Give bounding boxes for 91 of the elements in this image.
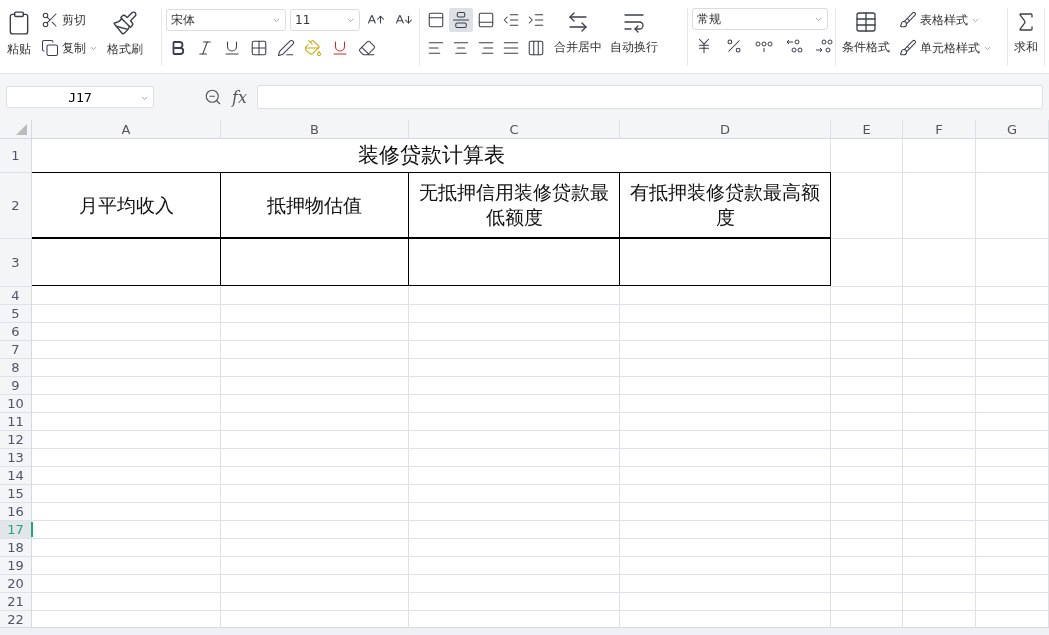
column-header[interactable]: C	[409, 120, 620, 139]
row-header[interactable]: 6	[0, 323, 32, 341]
dropdown-caret-icon	[140, 94, 149, 103]
alignment-icon	[477, 11, 495, 29]
copy-button[interactable]: 复制	[38, 36, 101, 60]
table-cell	[831, 485, 903, 503]
row-header[interactable]: 18	[0, 539, 32, 557]
table-cell	[831, 557, 903, 575]
table-cell	[831, 503, 903, 521]
cut-button[interactable]: 剪切	[38, 8, 101, 32]
corner-triangle-icon	[16, 124, 27, 135]
row-header[interactable]: 16	[0, 503, 32, 521]
zoom-out-icon[interactable]	[204, 88, 222, 106]
brush-icon	[899, 39, 917, 57]
font-size-dropdown[interactable]: 11	[290, 9, 360, 31]
table-cell: 有抵押装修贷款最高额度	[619, 172, 831, 238]
column-header[interactable]: F	[903, 120, 976, 139]
column-header[interactable]: D	[620, 120, 831, 139]
scissors-icon	[41, 11, 59, 29]
table-cell	[831, 539, 903, 557]
table-cell	[831, 575, 903, 593]
table-cell	[831, 287, 903, 305]
wrap-text-button[interactable]: 自动换行	[608, 8, 660, 58]
formula-input[interactable]	[256, 85, 1043, 109]
format-painter-button[interactable]: 格式刷	[105, 8, 145, 60]
alignment-icon	[527, 11, 545, 29]
table-cell	[831, 359, 903, 377]
row-header[interactable]: 1	[0, 139, 32, 173]
row-header[interactable]: 15	[0, 485, 32, 503]
alignment-icon	[427, 39, 445, 57]
table-cell	[831, 305, 903, 323]
table-cell: 装修贷款计算表	[32, 139, 831, 173]
table-cell	[831, 323, 903, 341]
alignment-button[interactable]	[449, 8, 473, 32]
merge-center-button[interactable]: 合并居中	[552, 8, 604, 58]
alignment-icon	[477, 39, 495, 57]
cell-style-button[interactable]: 单元格样式	[896, 36, 995, 60]
row-header[interactable]: 10	[0, 395, 32, 413]
row-header[interactable]: 11	[0, 413, 32, 431]
row-header[interactable]: 21	[0, 593, 32, 611]
table-cell: 抵押物估值	[220, 172, 409, 238]
row-header[interactable]: 7	[0, 341, 32, 359]
row-header[interactable]: 8	[0, 359, 32, 377]
row-header[interactable]: 9	[0, 377, 32, 395]
table-cell	[831, 341, 903, 359]
insert-function-button[interactable]: fx	[232, 87, 247, 107]
table-cell	[831, 239, 903, 287]
paste-button[interactable]: 粘贴	[4, 8, 34, 60]
alignment-icon	[527, 39, 545, 57]
alignment-icon	[452, 11, 470, 29]
table-cell	[831, 173, 903, 239]
row-header[interactable]: 12	[0, 431, 32, 449]
row-header[interactable]: 4	[0, 287, 32, 305]
table-style-button[interactable]: 表格样式	[896, 8, 995, 32]
table-cell	[831, 377, 903, 395]
table-cell	[831, 521, 903, 539]
table-cell	[831, 593, 903, 611]
table-cell	[831, 449, 903, 467]
font-family-dropdown[interactable]: 宋体	[166, 9, 286, 31]
table-cell: 无抵押信用装修贷款最低额度	[408, 172, 620, 238]
table-cell	[831, 395, 903, 413]
table-cell	[831, 413, 903, 431]
column-header[interactable]: A	[32, 120, 221, 139]
name-box[interactable]: J17	[6, 86, 154, 108]
brush-icon	[899, 11, 917, 29]
table-cell	[831, 431, 903, 449]
column-header[interactable]: B	[221, 120, 409, 139]
alignment-icon	[452, 39, 470, 57]
table-cell	[831, 139, 903, 173]
copy-icon	[41, 39, 59, 57]
row-header[interactable]: 3	[0, 239, 32, 287]
table-grid-icon	[854, 10, 878, 34]
row-header[interactable]: 22	[0, 611, 32, 627]
number-format-dropdown[interactable]: 常规	[692, 8, 828, 30]
row-header[interactable]: 5	[0, 305, 32, 323]
alignment-icon	[502, 39, 520, 57]
row-header[interactable]: 13	[0, 449, 32, 467]
row-header[interactable]: 19	[0, 557, 32, 575]
table-cell	[831, 467, 903, 485]
column-header[interactable]: E	[831, 120, 903, 139]
row-header[interactable]: 14	[0, 467, 32, 485]
row-header[interactable]: 2	[0, 173, 32, 239]
column-header[interactable]: G	[976, 120, 1049, 139]
horizontal-scrollbar[interactable]	[0, 627, 1049, 635]
table-cell: 月平均收入	[31, 172, 221, 238]
conditional-format-button[interactable]: 条件格式	[840, 8, 892, 58]
alignment-icon	[427, 11, 445, 29]
alignment-icon	[502, 11, 520, 29]
sum-button[interactable]: 求和	[1012, 8, 1040, 58]
row-header[interactable]: 20	[0, 575, 32, 593]
paintbrush-icon	[112, 10, 138, 36]
